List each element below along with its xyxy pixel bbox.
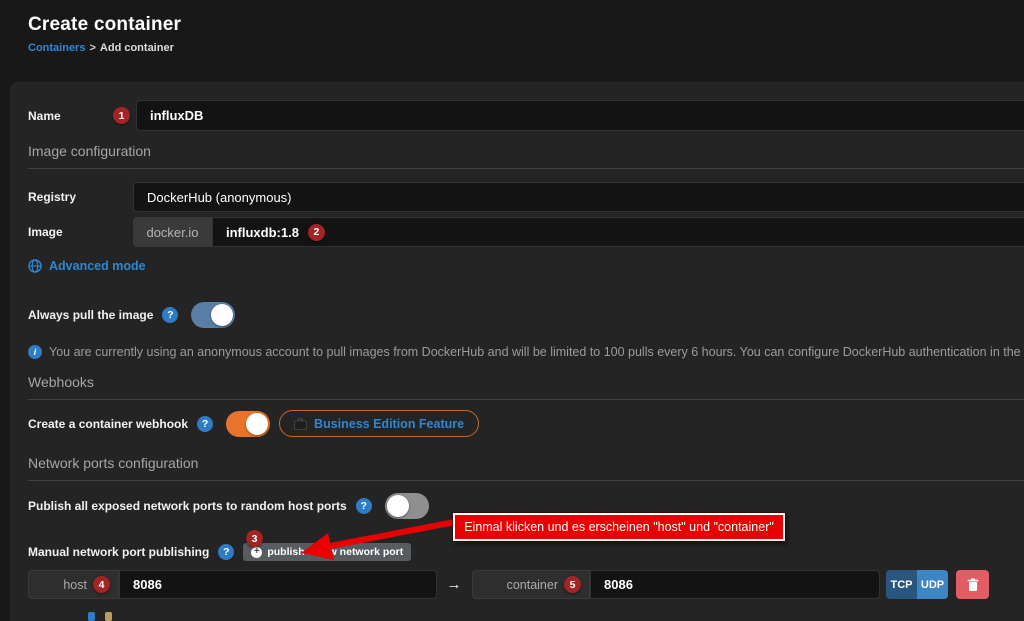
clipped-next-row [88,612,112,621]
create-webhook-row: Create a container webhook ? Business Ed… [28,410,479,437]
container-port-input[interactable]: 8086 [590,570,880,599]
name-label: Name [28,109,113,123]
dockerhub-info-text: You are currently using an anonymous acc… [49,345,1024,359]
breadcrumb-current: Add container [100,42,174,54]
toggle-knob [246,413,268,435]
annotation-badge-3: 3 [246,530,263,547]
info-text: You are currently using an anonymous acc… [49,345,1024,359]
advanced-mode-link[interactable]: Advanced mode [49,259,146,273]
create-webhook-label: Create a container webhook [28,417,188,431]
annotation-callout: Einmal klicken und es erscheinen "host" … [453,513,785,541]
always-pull-row: Always pull the image ? [28,302,235,328]
always-pull-label: Always pull the image [28,308,153,322]
annotation-badge-1: 1 [113,107,130,124]
breadcrumb-containers-link[interactable]: Containers [28,42,85,54]
breadcrumb: Containers > Add container [28,42,174,54]
publish-new-port-label: publish a new network port [267,546,403,558]
section-image-configuration: Image configuration [28,143,1024,169]
trash-icon [967,578,979,592]
host-chip-label: host [63,578,87,592]
info-icon: i [28,345,42,359]
plus-circle-icon: + [251,547,262,558]
publish-all-label: Publish all exposed network ports to ran… [28,499,347,513]
publish-all-help-icon[interactable]: ? [356,498,372,514]
manual-publish-row: Manual network port publishing ? + publi… [28,543,411,561]
port-mapping-row: host 4 8086 → container 5 8086 TCP UDP [10,570,1010,599]
briefcase-icon [294,418,307,430]
registry-label: Registry [28,190,133,204]
image-label: Image [28,225,133,239]
publish-all-toggle[interactable] [385,493,429,519]
create-webhook-toggle[interactable] [226,411,270,437]
always-pull-help-icon[interactable]: ? [162,307,178,323]
publish-all-row: Publish all exposed network ports to ran… [28,493,429,519]
globe-icon [28,259,42,273]
registry-row: Registry DockerHub (anonymous) [28,182,1024,212]
image-registry-prefix: docker.io [133,217,212,247]
annotation-badge-4: 4 [93,576,110,593]
port-map-arrow-icon: → [442,570,466,599]
annotation-badge-2: 2 [308,224,325,241]
publish-new-port-button[interactable]: + publish a new network port [243,543,411,561]
udp-button[interactable]: UDP [917,570,948,599]
tcp-button[interactable]: TCP [886,570,917,599]
section-network-ports: Network ports configuration [28,455,1024,481]
annotation-badge-5: 5 [564,576,581,593]
container-chip-label: container [507,578,558,592]
manual-publish-label: Manual network port publishing [28,545,209,559]
create-webhook-help-icon[interactable]: ? [197,416,213,432]
always-pull-toggle[interactable] [191,302,235,328]
business-edition-label: Business Edition Feature [314,417,464,431]
name-row: Name 1 influxDB [28,100,1024,131]
breadcrumb-separator: > [89,42,95,54]
image-input[interactable]: influxdb:1.8 2 [212,217,1024,247]
page-title: Create container [28,14,181,36]
section-webhooks: Webhooks [28,374,1024,400]
image-row: Image docker.io influxdb:1.8 2 [28,217,1024,247]
toggle-knob [211,304,233,326]
clipped-icon [88,612,95,621]
image-value: influxdb:1.8 [226,225,299,240]
host-port-chip: host 4 [28,570,119,599]
manual-publish-help-icon[interactable]: ? [218,544,234,560]
remove-port-button[interactable] [956,570,989,599]
advanced-mode-row: Advanced mode [28,258,146,274]
container-port-chip: container 5 [472,570,590,599]
dockerhub-info-row: i You are currently using an anonymous a… [28,344,1024,360]
name-input[interactable]: influxDB [136,100,1024,131]
registry-select[interactable]: DockerHub (anonymous) [133,182,1024,212]
clipped-icon [105,612,112,621]
toggle-knob [387,495,409,517]
business-edition-pill[interactable]: Business Edition Feature [279,410,479,437]
host-port-input[interactable]: 8086 [119,570,437,599]
